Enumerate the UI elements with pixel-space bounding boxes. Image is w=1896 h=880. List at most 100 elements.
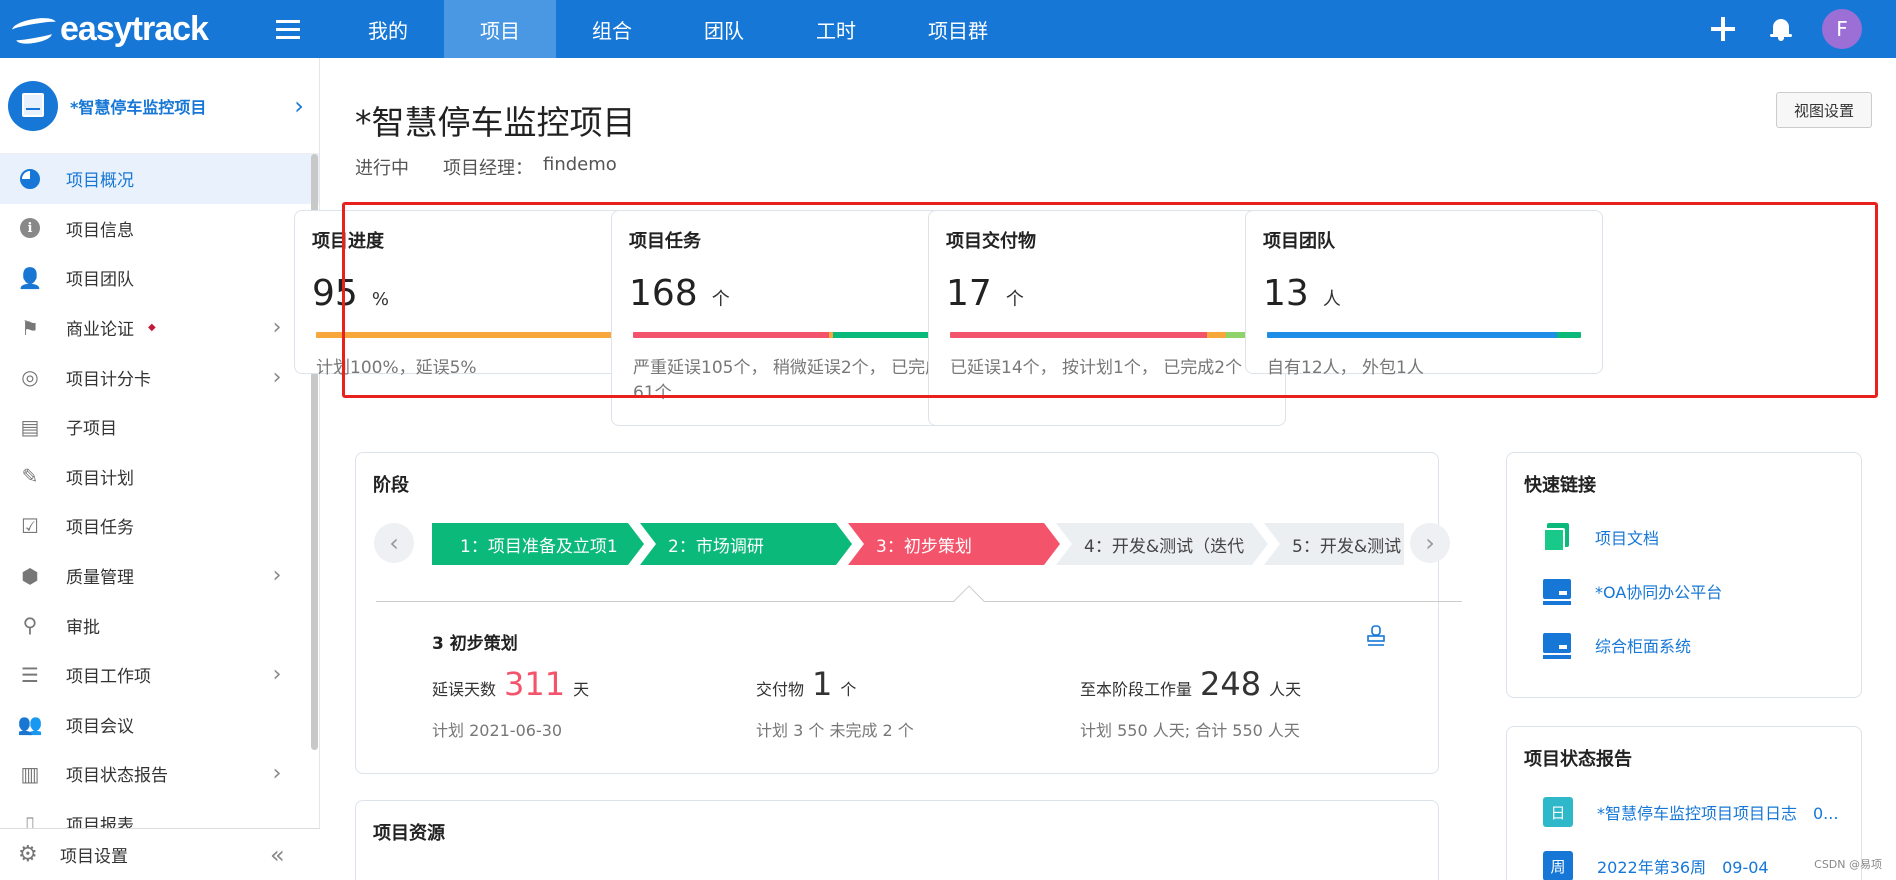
phase-panel-title: 阶段 [373, 475, 409, 496]
delay-label: 延误天数 [432, 680, 497, 699]
phase-pointer [953, 585, 985, 617]
project-header[interactable]: *智慧停车监控项目 › [0, 58, 319, 154]
link-label: 项目文档 [1595, 529, 1660, 548]
workload-value: 248 [1200, 665, 1262, 703]
main-content: *智慧停车监控项目 视图设置 进行中 项目经理： findemo 项目进度 95%… [294, 58, 1896, 880]
status-report-icon: ▥ [20, 761, 40, 786]
settings-gear-icon: ⚙ [18, 842, 38, 867]
link-oa-platform[interactable]: *OA协同办公平台 [1543, 577, 1722, 605]
logo-icon [10, 9, 60, 49]
sidebar-item-label: 项目团队 [66, 270, 134, 291]
phase-next-icon[interactable]: › [1410, 523, 1450, 563]
manager-name: findemo [543, 154, 617, 175]
sidebar-item-label: 项目任务 [66, 518, 134, 539]
team-icon: 👤 [17, 265, 43, 290]
sidebar-item-label: 审批 [66, 617, 100, 638]
link-label: 综合柜面系统 [1595, 637, 1692, 656]
workload-metric: 至本阶段工作量 248 人天 计划 550 人天; 合计 550 人天 [1080, 665, 1301, 741]
nav-team[interactable]: 团队 [668, 0, 780, 58]
sidebar-item-9[interactable]: ⚲ 审批 [0, 600, 319, 650]
task-icon: ☑ [21, 513, 39, 538]
watermark: CSDN @易项 [1814, 858, 1882, 871]
monitor-icon [1543, 577, 1571, 605]
report-label: 2022年第36周 09-04 [1597, 858, 1769, 877]
sidebar-item-label: 项目状态报告 [66, 766, 168, 787]
sidebar-item-1[interactable]: i 项目信息 [0, 204, 319, 254]
deliverable-value: 1 [812, 665, 833, 703]
phase-steps: 1：项目准备及立项1 2：市场调研 3：初步策划 4：开发&测试（迭代 5：开发&测试 [432, 523, 1404, 565]
sidebar-item-8[interactable]: ⬢ 质量管理 › [0, 551, 319, 601]
phase-step-2[interactable]: 2：市场调研 [640, 523, 852, 565]
deliverable-metric: 交付物 1 个 计划 3 个 未完成 2 个 [756, 665, 914, 741]
avatar[interactable]: F [1822, 9, 1862, 49]
chevron-right-icon[interactable]: › [257, 563, 297, 588]
phase-step-4[interactable]: 4：开发&测试（迭代 [1056, 523, 1268, 565]
daily-badge: 日 [1543, 797, 1573, 827]
project-name: *智慧停车监控项目 [70, 97, 207, 117]
delay-metric: 延误天数 311 天 计划 2021-06-30 [432, 665, 589, 741]
phase-step-3[interactable]: 3：初步策划 [848, 523, 1060, 565]
sidebar-item-3[interactable]: ⚑ 商业论证 ◆ › [0, 303, 319, 353]
monitor-icon [1543, 631, 1571, 659]
sidebar-item-label: 项目信息 [66, 220, 134, 241]
project-status: 进行中 [355, 158, 409, 179]
report-label: *智慧停车监控项目项目日志 0... [1597, 804, 1839, 823]
sidebar-item-5[interactable]: ▤ 子项目 [0, 402, 319, 452]
sidebar-item-label: 项目工作项 [66, 667, 151, 688]
deliverable-unit: 个 [840, 680, 857, 699]
nav-program[interactable]: 项目群 [892, 0, 1024, 58]
menu-icon[interactable] [258, 0, 318, 58]
workload-unit: 人天 [1269, 680, 1302, 699]
report-daily[interactable]: 日 *智慧停车监控项目项目日志 0... [1543, 797, 1838, 827]
sidebar-item-7[interactable]: ☑ 项目任务 [0, 501, 319, 551]
link-label: *OA协同办公平台 [1595, 583, 1723, 602]
document-icon [1543, 523, 1571, 552]
manager-label: 项目经理： [443, 158, 533, 179]
chevron-right-icon[interactable]: › [257, 662, 297, 687]
report-weekly[interactable]: 周 2022年第36周 09-04 [1543, 851, 1769, 880]
meeting-icon: 👥 [17, 712, 43, 737]
logo[interactable]: easytrack [0, 0, 230, 58]
phase-step-1[interactable]: 1：项目准备及立项1 [432, 523, 644, 565]
collapse-icon[interactable]: « [270, 841, 320, 869]
subproject-icon: ▤ [20, 414, 40, 439]
bell-icon[interactable] [1752, 0, 1810, 58]
add-icon[interactable] [1694, 0, 1752, 58]
top-bar: easytrack 我的 项目 组合 团队 工时 项目群 F [0, 0, 1896, 58]
nav-projects[interactable]: 项目 [444, 0, 556, 58]
chevron-right-icon[interactable]: › [257, 365, 297, 390]
sidebar-item-6[interactable]: ✎ 项目计划 [0, 452, 319, 502]
delay-value: 311 [504, 665, 566, 703]
link-project-docs[interactable]: 项目文档 [1543, 523, 1660, 552]
scorecard-icon: ◎ [21, 365, 39, 390]
pie-chart-icon [18, 167, 42, 191]
link-counter-system[interactable]: 综合柜面系统 [1543, 631, 1691, 659]
phase-prev-icon[interactable]: ‹ [374, 523, 414, 563]
sidebar: *智慧停车监控项目 › 项目概况 i 项目信息 👤 项目团队 ⚑ 商业论证 ◆ › ◎ 项目计分卡 ›… [0, 58, 320, 880]
sidebar-item-0[interactable]: 项目概况 [0, 154, 319, 204]
nav-mine[interactable]: 我的 [332, 0, 444, 58]
sidebar-item-11[interactable]: 👥 项目会议 [0, 700, 319, 750]
sidebar-item-label: 质量管理 [66, 568, 134, 589]
flag-icon: ⚑ [21, 315, 39, 340]
project-settings[interactable]: ⚙ 项目设置 « [0, 828, 320, 880]
logo-text: easytrack [60, 9, 209, 48]
workload-label: 至本阶段工作量 [1080, 680, 1193, 699]
sidebar-item-10[interactable]: ☰ 项目工作项 › [0, 650, 319, 700]
stamp-icon[interactable] [1366, 625, 1386, 647]
phase-step-5[interactable]: 5：开发&测试 [1264, 523, 1404, 565]
sidebar-item-4[interactable]: ◎ 项目计分卡 › [0, 352, 319, 402]
sidebar-item-12[interactable]: ▥ 项目状态报告 › [0, 749, 319, 799]
deliverable-sub: 计划 3 个 未完成 2 个 [756, 721, 914, 740]
quality-icon: ⬢ [21, 563, 39, 588]
sidebar-item-label: 项目计分卡 [66, 369, 151, 390]
nav-timesheet[interactable]: 工时 [780, 0, 892, 58]
view-settings-button[interactable]: 视图设置 [1776, 92, 1872, 128]
project-icon [8, 80, 58, 131]
chevron-right-icon[interactable]: › [257, 315, 297, 340]
status-report-title: 项目状态报告 [1524, 749, 1632, 770]
chevron-right-icon[interactable]: › [257, 761, 297, 786]
quick-links-panel: 快速链接 项目文档 *OA协同办公平台 综合柜面系统 [1506, 452, 1862, 698]
nav-portfolio[interactable]: 组合 [556, 0, 668, 58]
sidebar-item-2[interactable]: 👤 项目团队 [0, 253, 319, 303]
